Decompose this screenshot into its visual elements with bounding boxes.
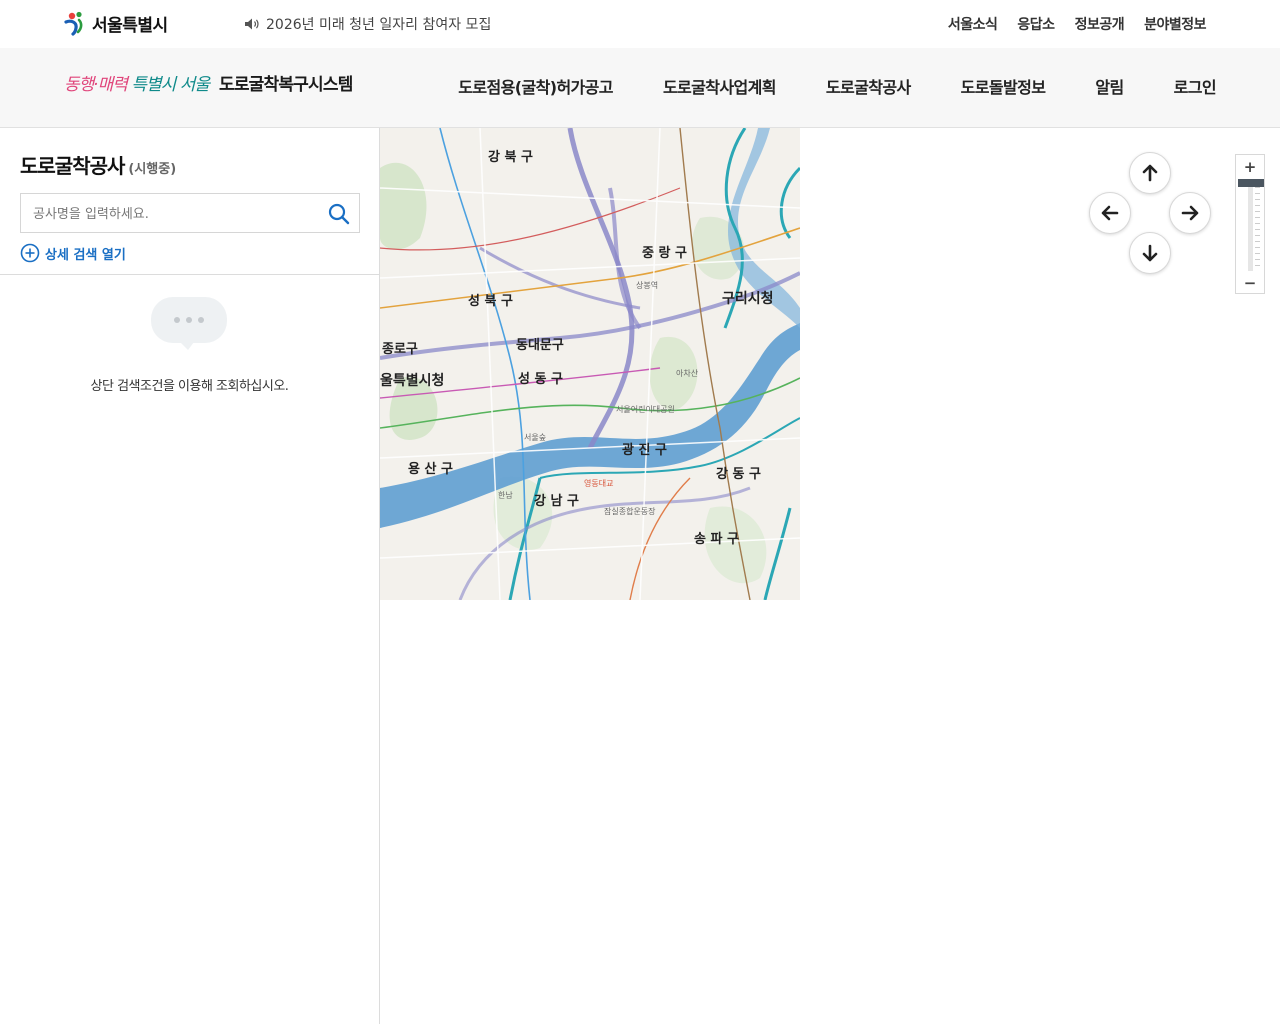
speaker-icon (245, 18, 259, 30)
detail-search-toggle[interactable]: 상세 검색 열기 (20, 243, 126, 263)
search-input[interactable] (33, 203, 323, 225)
site-header: 동행·매력 특별시 서울 도로굴착복구시스템 도로점용(굴착)허가공고 도로굴착… (0, 48, 1280, 128)
top-utility-bar: 서울특별시 2026년 미래 청년 일자리 참여자 모집 서울소식 응답소 정보… (0, 0, 1280, 48)
nav-road-incident[interactable]: 도로돌발정보 (961, 74, 1046, 98)
map-label-jungnang: 중 랑 구 (642, 246, 687, 261)
zoom-control: + − (1235, 154, 1265, 294)
arrow-up-icon (1142, 164, 1158, 182)
map-label-yongsan: 용 산 구 (408, 462, 453, 477)
map-label-songpa: 송 파 구 (694, 532, 739, 547)
arrow-down-icon (1142, 244, 1158, 262)
search-box (20, 193, 360, 233)
seoul-logo-text: 서울특별시 (92, 15, 168, 36)
map-label-gwangjin: 광 진 구 (622, 443, 667, 458)
map-label-gangdong: 강 동 구 (716, 467, 761, 482)
map-label-jamsil: 잠실종합운동장 (604, 507, 656, 516)
nav-permit-notice[interactable]: 도로점용(굴착)허가공고 (458, 74, 613, 98)
map-label-gangbuk: 강 북 구 (488, 150, 533, 165)
map-label-seongbuk: 성 북 구 (468, 294, 513, 309)
map-label-jongno: 종로구 (382, 342, 418, 357)
panel-heading: 도로굴착공사 (시행중) (20, 150, 176, 179)
panel-title: 도로굴착공사 (20, 154, 125, 178)
map-label-seoul-forest: 서울숲 (524, 433, 547, 442)
map-label-gangnam: 강 남 구 (534, 494, 579, 509)
notice-text[interactable]: 2026년 미래 청년 일자리 참여자 모집 (266, 14, 491, 34)
map-label-dongdaemun: 동대문구 (516, 338, 564, 353)
slogan-part-a: 동행·매력 (64, 75, 128, 95)
pan-up-button[interactable] (1129, 152, 1171, 194)
zoom-out-button[interactable]: − (1236, 272, 1264, 294)
util-link-disclosure[interactable]: 정보공개 (1075, 14, 1125, 34)
map-label-childrens-park: 서울어린이대공원 (616, 405, 675, 414)
map-label-sangbong: 상봉역 (636, 281, 659, 290)
search-icon (328, 203, 350, 225)
detail-search-label: 상세 검색 열기 (45, 247, 126, 263)
slogan-logo: 동행·매력 특별시 서울 (64, 70, 210, 95)
nav-excavation-work[interactable]: 도로굴착공사 (826, 74, 911, 98)
panel-divider (0, 274, 379, 275)
nav-login[interactable]: 로그인 (1174, 74, 1217, 98)
system-brand[interactable]: 동행·매력 특별시 서울 도로굴착복구시스템 (64, 70, 353, 95)
pan-right-button[interactable] (1169, 192, 1211, 234)
zoom-in-button[interactable]: + (1236, 156, 1264, 178)
utility-links: 서울소식 응답소 정보공개 분야별정보 (948, 14, 1207, 34)
map-label-guri: 구리시청 (722, 291, 774, 307)
map-label-hannam: 한남 (498, 491, 513, 500)
panel-subtitle: (시행중) (128, 162, 177, 177)
system-title: 도로굴착복구시스템 (218, 75, 353, 95)
pan-down-button[interactable] (1129, 232, 1171, 274)
search-button[interactable] (327, 202, 351, 226)
zoom-ticks (1255, 181, 1260, 271)
util-link-field-info[interactable]: 분야별정보 (1144, 14, 1206, 34)
map-label-seongdong: 성 동 구 (518, 372, 563, 387)
empty-state-message: 상단 검색조건을 이용해 조회하십시오. (90, 379, 289, 394)
slogan-part-b: 특별시 서울 (131, 75, 210, 95)
arrow-left-icon (1101, 205, 1119, 221)
map-label-yeongdong-bridge: 영동대교 (584, 479, 614, 488)
nav-excavation-plan[interactable]: 도로굴착사업계획 (663, 74, 777, 98)
search-panel: 도로굴착공사 (시행중) 상세 검색 열기 상단 검색조건을 이용해 조회하십시… (0, 128, 380, 1024)
map-label-achasan: 아차산 (676, 369, 699, 378)
map-view[interactable]: 강 북 구 중 랑 구 구리시청 성 북 구 동대문구 종로구 울특별시청 성 … (380, 128, 800, 600)
seoul-logo[interactable]: 서울특별시 (62, 10, 168, 36)
empty-speech-bubble-icon (151, 297, 227, 350)
util-link-news[interactable]: 서울소식 (948, 14, 998, 34)
arrow-right-icon (1181, 205, 1199, 221)
map-label-city-hall: 울특별시청 (380, 373, 445, 389)
main-navigation: 도로점용(굴착)허가공고 도로굴착사업계획 도로굴착공사 도로돌발정보 알림 로… (458, 74, 1216, 98)
notice-ticker[interactable]: 2026년 미래 청년 일자리 참여자 모집 (244, 14, 491, 34)
util-link-response[interactable]: 응답소 (1017, 14, 1055, 34)
nav-notice[interactable]: 알림 (1095, 74, 1124, 98)
zoom-track[interactable] (1248, 181, 1253, 271)
plus-circle-icon (20, 243, 40, 263)
zoom-slider-handle[interactable] (1238, 179, 1264, 187)
seoul-emblem-icon (64, 11, 83, 36)
pan-left-button[interactable] (1089, 192, 1131, 234)
